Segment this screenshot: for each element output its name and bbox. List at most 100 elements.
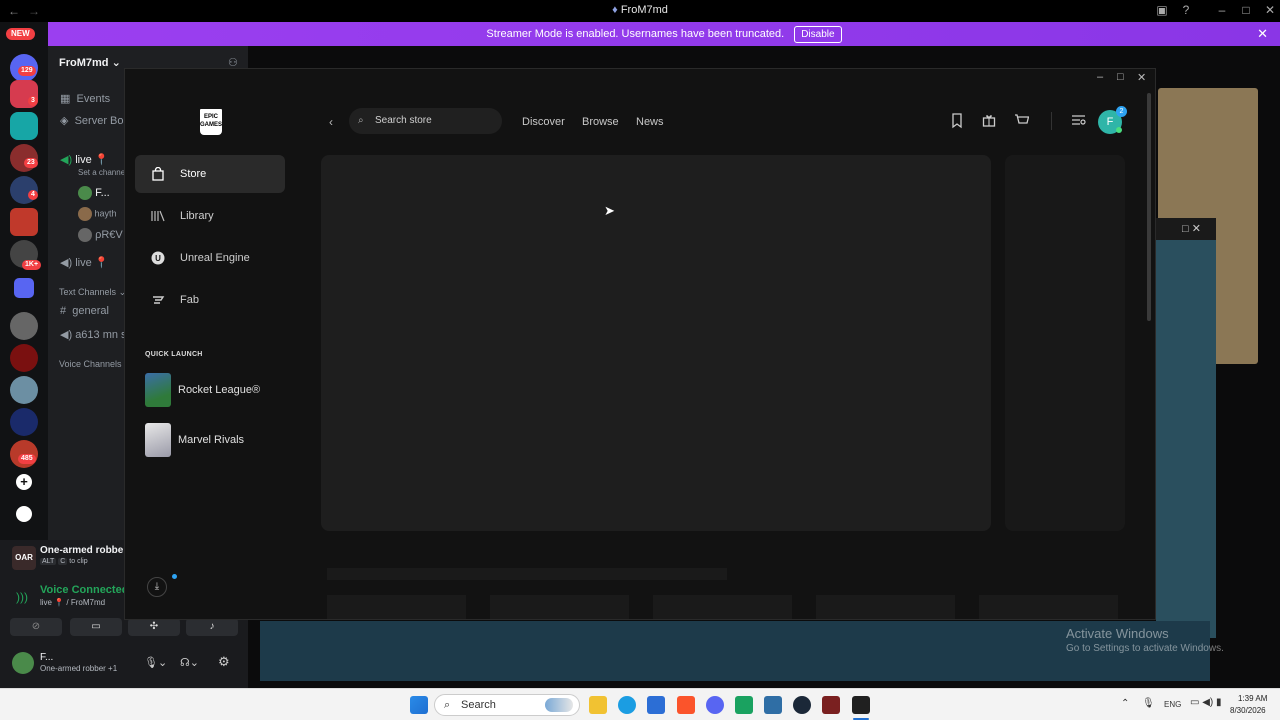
wishlist-bookmark-icon[interactable] <box>951 113 967 129</box>
help-icon[interactable]: ? <box>1176 3 1196 17</box>
tray-chevron-icon[interactable]: ⌃ <box>1121 698 1129 709</box>
carousel-side-list-placeholder <box>1005 155 1125 531</box>
banner-text: Streamer Mode is enabled. Usernames have… <box>486 28 785 40</box>
clock-date[interactable]: 8/30/2026 <box>1230 706 1266 715</box>
server-badge: 485 <box>18 454 36 464</box>
discord-titlebar: ← → ♦ FroM7md ▣ ? – □ ✕ <box>0 0 1280 22</box>
voice-channel-path[interactable]: live 📍 / FroM7md <box>40 598 105 607</box>
cart-icon[interactable] <box>1014 113 1030 129</box>
avatar <box>78 186 92 200</box>
nav-news[interactable]: News <box>636 116 664 128</box>
store-search-input[interactable]: ⌕ Search store <box>349 108 502 134</box>
clock-time[interactable]: 1:39 AM <box>1238 694 1267 703</box>
screen-share-button[interactable]: ▭ <box>70 618 122 636</box>
game-icon[interactable] <box>822 696 840 714</box>
epic-close-icon[interactable]: ✕ <box>1137 71 1146 84</box>
gift-icon[interactable] <box>982 113 998 129</box>
featured-carousel-placeholder[interactable] <box>321 155 991 531</box>
close-icon[interactable]: ✕ <box>1260 3 1280 17</box>
category-voice-channels[interactable]: Voice Channels <box>59 359 122 369</box>
quick-launch-marvel-rivals[interactable]: Marvel Rivals <box>145 423 244 457</box>
sidebar-item-library[interactable]: Library <box>135 197 285 235</box>
epic-maximize-icon[interactable]: □ <box>1117 71 1124 83</box>
speaker-icon: ◀) <box>60 329 73 341</box>
sidebar-item-fab[interactable]: Fab <box>135 281 285 319</box>
downloads-icon[interactable]: ⤓ <box>147 577 167 597</box>
brave-icon[interactable] <box>677 696 695 714</box>
banner-close-icon[interactable]: ✕ <box>1257 26 1268 42</box>
voice-channel-live-2[interactable]: ◀) live 📍 <box>60 256 108 269</box>
settings-gear-icon[interactable]: ⚙ <box>218 654 230 670</box>
voice-member[interactable]: F... <box>78 186 110 200</box>
voice-member[interactable]: ρR€V <box>78 228 123 242</box>
nav-browse[interactable]: Browse <box>582 116 619 128</box>
channel-server-boosts[interactable]: ◈ Server Boo <box>60 114 130 127</box>
quick-launch-rocket-league[interactable]: Rocket League® <box>145 373 260 407</box>
user-name[interactable]: F... <box>40 652 53 663</box>
channel-events[interactable]: ▦ Events <box>60 92 110 105</box>
gem-icon: ◈ <box>60 115 69 127</box>
back-arrow-icon[interactable]: ← <box>8 4 20 18</box>
inbox-icon[interactable]: ▣ <box>1152 3 1172 17</box>
app-icon[interactable] <box>735 696 753 714</box>
epic-sidebar: EPIC GAMES Store Library U Unreal Engine … <box>125 69 297 619</box>
sidebar-item-unreal-engine[interactable]: U Unreal Engine <box>135 239 285 277</box>
server-icon[interactable] <box>10 112 38 140</box>
speaker-icon: ◀) <box>60 154 73 166</box>
activity-icon: OAR <box>12 546 36 570</box>
minimize-icon[interactable]: – <box>1212 3 1232 17</box>
disable-button[interactable]: Disable <box>794 25 842 43</box>
headphones-icon[interactable]: ☊⌄ <box>180 656 199 669</box>
start-windows-icon[interactable] <box>410 696 428 714</box>
server-icon[interactable] <box>10 376 38 404</box>
nav-discover[interactable]: Discover <box>522 116 565 128</box>
maximize-icon[interactable]: □ <box>1236 3 1256 17</box>
activities-button[interactable]: ✣ <box>128 618 180 636</box>
discord-icon[interactable] <box>706 696 724 714</box>
unreal-engine-icon: U <box>151 251 165 265</box>
edge-icon[interactable] <box>618 696 636 714</box>
forward-arrow-icon[interactable]: → <box>28 4 40 18</box>
soundboard-button[interactable]: ♪ <box>186 618 238 636</box>
file-explorer-icon[interactable] <box>589 696 607 714</box>
channel-a613[interactable]: ◀) a613 mn sh <box>60 328 133 341</box>
camera-off-button[interactable]: ⊘ <box>10 618 62 636</box>
back-chevron-icon[interactable]: ‹ <box>329 115 333 129</box>
folder-icon[interactable] <box>14 278 34 298</box>
discover-icon[interactable] <box>16 506 32 522</box>
add-server-icon[interactable]: + <box>16 474 32 490</box>
scrollbar[interactable] <box>1147 93 1151 321</box>
category-text-channels[interactable]: Text Channels ⌄ <box>59 287 126 298</box>
card-skeleton <box>653 595 792 619</box>
download-indicator-dot <box>172 574 177 579</box>
rocket-league-thumbnail <box>145 373 171 407</box>
microphone-icon[interactable]: 🎙︎⌄ <box>144 656 167 669</box>
settings-menu-icon[interactable] <box>1071 113 1087 129</box>
microphone-tray-icon[interactable]: 🎙︎ <box>1142 698 1155 709</box>
epic-minimize-icon[interactable]: – <box>1097 71 1103 83</box>
quick-launch-heading: QUICK LAUNCH <box>145 351 203 358</box>
channel-general[interactable]: # general <box>60 305 109 317</box>
sidebar-item-store[interactable]: Store <box>135 155 285 193</box>
background-window <box>1156 218 1216 638</box>
voice-member[interactable]: hayth <box>78 207 117 221</box>
epic-logo[interactable]: EPIC GAMES <box>200 109 222 135</box>
server-icon[interactable] <box>10 312 38 340</box>
server-name[interactable]: FroM7md ⌄ <box>59 56 121 69</box>
store-icon[interactable] <box>647 696 665 714</box>
taskbar-search[interactable]: ⌕ Search <box>434 694 580 716</box>
steam-icon[interactable] <box>793 696 811 714</box>
fab-icon <box>151 293 165 307</box>
voice-channel-live[interactable]: ◀) live 📍 <box>60 153 108 166</box>
server-icon[interactable] <box>10 344 38 372</box>
server-icon[interactable] <box>10 408 38 436</box>
epic-games-icon[interactable] <box>852 696 870 714</box>
network-speaker-icons[interactable]: ▭ ◀) ▮ <box>1190 697 1222 708</box>
window-title: ♦ FroM7md <box>612 4 668 16</box>
voice-status[interactable]: Voice Connected <box>40 584 128 596</box>
server-icon[interactable] <box>10 208 38 236</box>
user-avatar[interactable] <box>12 652 34 674</box>
app-icon[interactable] <box>764 696 782 714</box>
server-badge: 4 <box>28 190 38 200</box>
language-indicator[interactable]: ENG <box>1164 700 1181 709</box>
